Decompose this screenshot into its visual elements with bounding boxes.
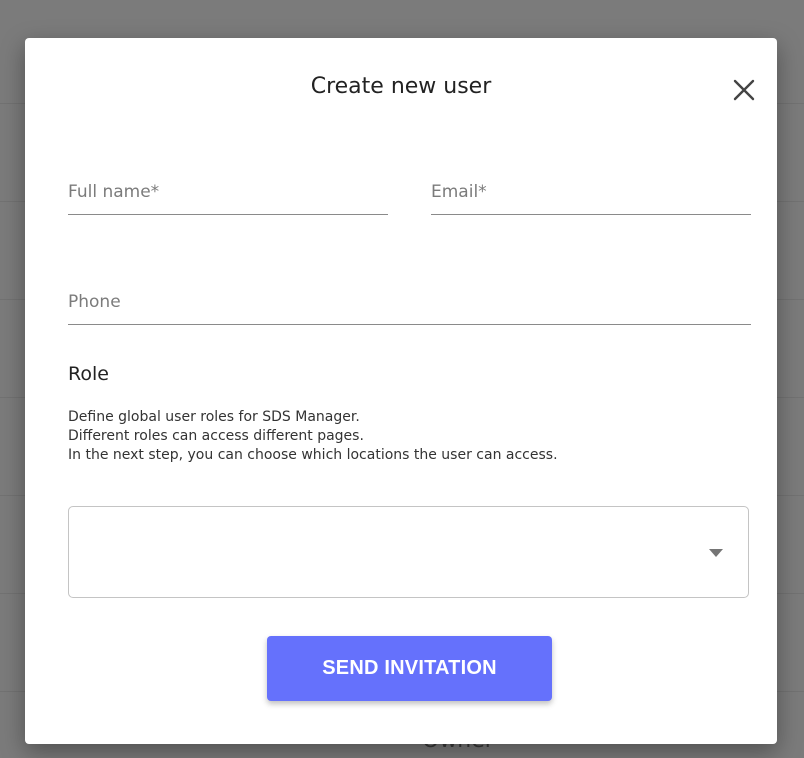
email-input[interactable] xyxy=(431,170,751,214)
role-description-line: Define global user roles for SDS Manager… xyxy=(68,409,360,425)
dialog-title: Create new user xyxy=(310,74,492,99)
create-user-dialog: Create new user Full name* Email* Phone … xyxy=(25,38,777,744)
caret-down-icon xyxy=(709,549,723,557)
phone-field[interactable]: Phone xyxy=(68,280,751,325)
close-icon xyxy=(733,79,755,101)
close-button[interactable] xyxy=(730,76,758,104)
send-invitation-button[interactable]: SEND INVITATION xyxy=(267,636,552,701)
email-field[interactable]: Email* xyxy=(431,170,751,215)
phone-input[interactable] xyxy=(68,280,751,324)
role-select[interactable] xyxy=(68,506,749,598)
full-name-input[interactable] xyxy=(68,170,388,214)
role-heading: Role xyxy=(68,363,109,385)
full-name-field[interactable]: Full name* xyxy=(68,170,388,215)
role-description-line: In the next step, you can choose which l… xyxy=(68,447,558,463)
role-description: Define global user roles for SDS Manager… xyxy=(68,408,768,465)
role-description-line: Different roles can access different pag… xyxy=(68,428,364,444)
